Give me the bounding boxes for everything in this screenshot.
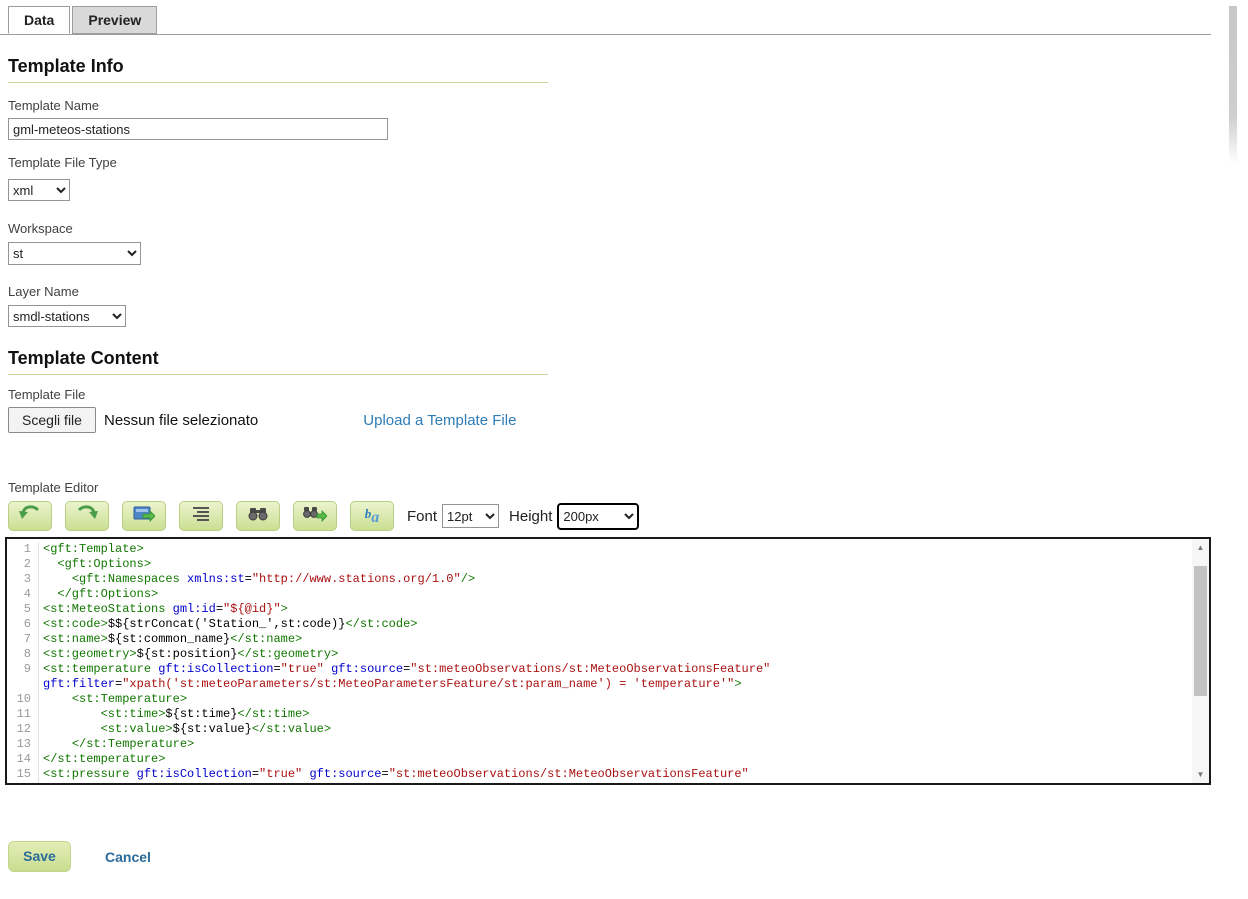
- line-number: [7, 782, 39, 783]
- code-line: 2 <gft:Options>: [7, 557, 1192, 572]
- change-case-icon: ba: [365, 507, 380, 526]
- code-area[interactable]: 1<gft:Template>2 <gft:Options>3 <gft:Nam…: [7, 539, 1192, 783]
- line-number: 7: [7, 632, 39, 647]
- cancel-link[interactable]: Cancel: [105, 849, 151, 865]
- undo-icon: [18, 505, 42, 528]
- template-editor-label: Template Editor: [8, 480, 1248, 495]
- search-button[interactable]: [236, 501, 280, 531]
- code-line: 14</st:temperature>: [7, 752, 1192, 767]
- code-line: 12 <st:value>${st:value}</st:value>: [7, 722, 1192, 737]
- line-number: 12: [7, 722, 39, 737]
- reformat-button[interactable]: [179, 501, 223, 531]
- workspace-select[interactable]: st: [8, 242, 141, 265]
- code-line: 1<gft:Template>: [7, 542, 1192, 557]
- tab-data[interactable]: Data: [8, 6, 70, 34]
- line-number: 3: [7, 572, 39, 587]
- code-line: 6<st:code>$${strConcat('Station_',st:cod…: [7, 617, 1192, 632]
- line-number: 11: [7, 707, 39, 722]
- template-file-row: Scegli file Nessun file selezionato Uplo…: [8, 407, 1248, 433]
- workspace-label: Workspace: [8, 221, 1248, 236]
- layer-name-label: Layer Name: [8, 284, 1248, 299]
- code-line: 10 <st:Temperature>: [7, 692, 1192, 707]
- template-file-type-label: Template File Type: [8, 155, 1248, 170]
- code-line: 8<st:geometry>${st:position}</st:geometr…: [7, 647, 1192, 662]
- template-name-input[interactable]: [8, 118, 388, 140]
- line-number: 1: [7, 542, 39, 557]
- line-number: 4: [7, 587, 39, 602]
- code-line: 3 <gft:Namespaces xmlns:st="http://www.s…: [7, 572, 1192, 587]
- goto-line-icon: [133, 505, 155, 528]
- search-icon: [248, 506, 268, 527]
- code-line: gft:filter="xpath('st:meteoParameters/st…: [7, 677, 1192, 692]
- layer-name-select[interactable]: smdl-stations: [8, 305, 126, 327]
- code-line: 4 </gft:Options>: [7, 587, 1192, 602]
- reformat-icon: [191, 506, 211, 527]
- template-info-heading: Template Info: [8, 56, 548, 83]
- template-editor-page: Data Preview Template Info Template Name…: [0, 6, 1248, 899]
- height-label: Height: [509, 508, 552, 525]
- template-content-heading: Template Content: [8, 348, 548, 375]
- upload-template-file-link[interactable]: Upload a Template File: [363, 412, 516, 429]
- undo-button[interactable]: [8, 501, 52, 531]
- choose-file-button[interactable]: Scegli file: [8, 407, 96, 433]
- scrollbar-thumb[interactable]: [1194, 566, 1207, 696]
- code-line: gft:filter="xpath('st:meteoParameters/st…: [7, 782, 1192, 783]
- tab-bar: Data Preview: [0, 6, 1211, 35]
- editor-toolbar: ba Font 12pt Height 200px: [8, 501, 1248, 531]
- code-editor[interactable]: 1<gft:Template>2 <gft:Options>3 <gft:Nam…: [5, 537, 1211, 785]
- code-line: 7<st:name>${st:common_name}</st:name>: [7, 632, 1192, 647]
- font-size-select[interactable]: 12pt: [442, 504, 499, 528]
- line-number: 6: [7, 617, 39, 632]
- redo-button[interactable]: [65, 501, 109, 531]
- code-line: 15<st:pressure gft:isCollection="true" g…: [7, 767, 1192, 782]
- line-number: 13: [7, 737, 39, 752]
- line-number: 2: [7, 557, 39, 572]
- line-number: 10: [7, 692, 39, 707]
- editor-scrollbar[interactable]: ▲ ▼: [1192, 539, 1209, 783]
- goto-line-button[interactable]: [122, 501, 166, 531]
- scroll-up-arrow-icon[interactable]: ▲: [1192, 539, 1209, 556]
- page-scrollbar-thumb[interactable]: [1229, 6, 1237, 164]
- line-number: [7, 677, 39, 692]
- redo-icon: [75, 505, 99, 528]
- change-case-button[interactable]: ba: [350, 501, 394, 531]
- code-line: 13 </st:Temperature>: [7, 737, 1192, 752]
- template-name-label: Template Name: [8, 98, 1248, 113]
- save-button[interactable]: Save: [8, 841, 71, 872]
- line-number: 5: [7, 602, 39, 617]
- line-number: 9: [7, 662, 39, 677]
- template-file-type-select[interactable]: xml: [8, 179, 70, 201]
- scroll-down-arrow-icon[interactable]: ▼: [1192, 766, 1209, 783]
- line-number: 14: [7, 752, 39, 767]
- tab-preview[interactable]: Preview: [72, 6, 157, 34]
- code-line: 9<st:temperature gft:isCollection="true"…: [7, 662, 1192, 677]
- code-line: 11 <st:time>${st:time}</st:time>: [7, 707, 1192, 722]
- line-number: 8: [7, 647, 39, 662]
- code-line: 5<st:MeteoStations gml:id="${@id}">: [7, 602, 1192, 617]
- line-number: 15: [7, 767, 39, 782]
- no-file-selected-text: Nessun file selezionato: [104, 412, 258, 429]
- editor-height-select[interactable]: 200px: [557, 503, 639, 530]
- template-file-label: Template File: [8, 387, 1248, 402]
- form-actions: Save Cancel: [8, 841, 1248, 872]
- search-next-icon: [303, 506, 327, 527]
- font-label: Font: [407, 508, 437, 525]
- search-next-button[interactable]: [293, 501, 337, 531]
